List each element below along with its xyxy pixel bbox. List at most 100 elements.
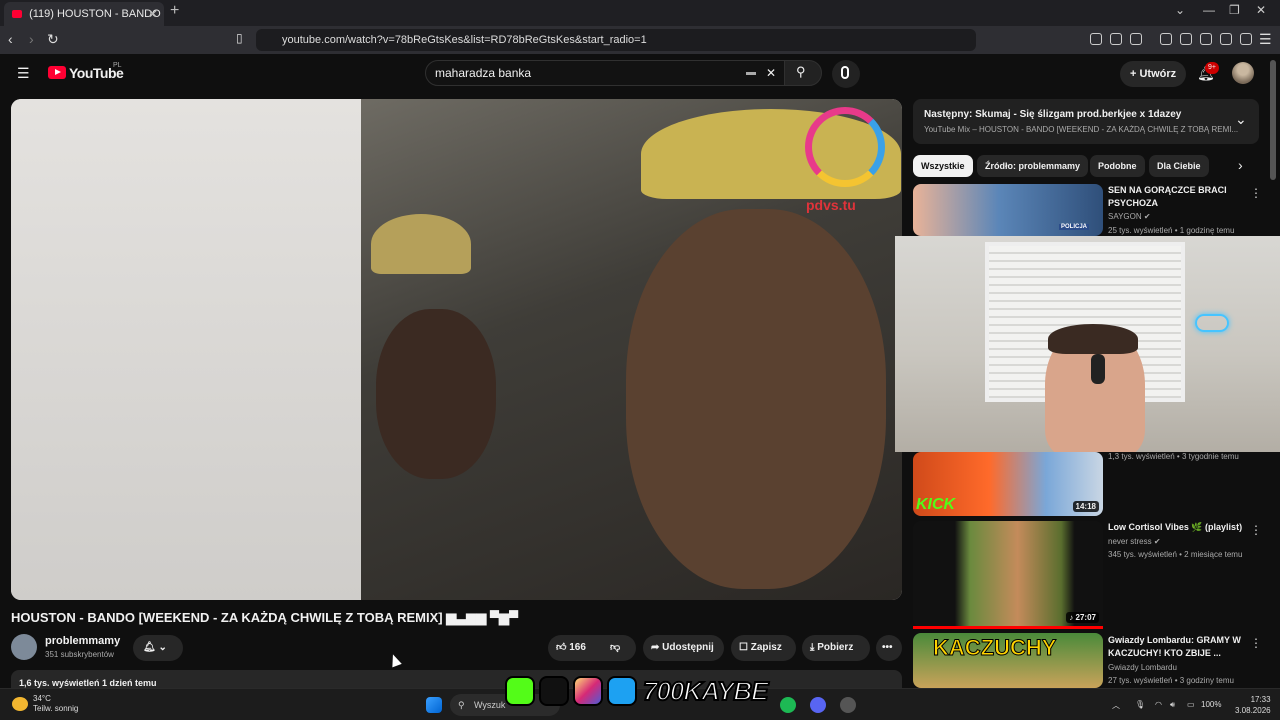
maximize-icon[interactable]: ❐	[1229, 3, 1240, 17]
rec-channel[interactable]: never stress ✔	[1108, 537, 1161, 546]
rec-meta: 1,3 tys. wyświetleń • 3 tygodnie temu	[1108, 452, 1239, 461]
browser-toolbar: ‹ › ↻ ▯ youtube.com/watch?v=78bReGtsKes&…	[0, 26, 1280, 54]
microphone-icon	[841, 66, 849, 79]
chip-source[interactable]: Źródło: problemmamy	[977, 155, 1089, 177]
rec-channel[interactable]: Gwiazdy Lombardu	[1108, 663, 1177, 672]
like-button[interactable]: 👍︎ 166	[556, 642, 586, 653]
rec-thumbnail[interactable]: KACZUCHY	[913, 633, 1103, 688]
more-actions-button[interactable]: •••	[876, 635, 902, 661]
dislike-button[interactable]: 👎︎	[610, 635, 620, 661]
channel-avatar[interactable]	[11, 634, 37, 660]
up-next-panel[interactable]: Następny: Skumaj - Się ślizgam prod.berk…	[913, 99, 1259, 144]
microphone-icon[interactable]: 🎙︎	[1135, 700, 1145, 709]
search-button[interactable]: ⚲	[784, 60, 822, 86]
chip-similar[interactable]: Podobne	[1090, 155, 1145, 177]
hamburger-menu-icon[interactable]: ☰	[17, 65, 30, 82]
time: 17:33	[1250, 695, 1271, 704]
keyboard-icon[interactable]: ▬	[746, 61, 756, 85]
close-tab-icon[interactable]: ✕	[148, 2, 158, 26]
weather-icon[interactable]	[12, 697, 28, 711]
channel-name[interactable]: problemmamy	[45, 635, 120, 647]
temperature: 34°C	[33, 694, 51, 703]
save-button[interactable]: ☐ Zapisz	[731, 635, 796, 661]
search-input[interactable]: maharadza banka ▬ ✕	[425, 60, 785, 86]
new-tab-icon[interactable]: +	[170, 2, 179, 20]
vpn-shield-icon[interactable]	[1240, 33, 1252, 45]
weather-widget[interactable]: 34°C Teilw. sonnig	[33, 694, 78, 714]
up-next-subtitle: YouTube Mix – HOUSTON - BANDO [WEEKEND -…	[924, 125, 1239, 134]
app-icon[interactable]	[840, 697, 856, 713]
rec-title[interactable]: SEN NA GORĄCZCE BRACI PSYCHOZA	[1108, 184, 1248, 210]
search-icon: ⚲	[796, 64, 806, 79]
subscriber-count: 351 subskrybentów	[45, 650, 114, 659]
video-player[interactable]: pdvs.tu	[11, 99, 902, 600]
verified-icon: ✔	[1143, 212, 1151, 221]
page-scrollbar[interactable]	[1270, 60, 1276, 180]
leo-icon[interactable]	[1220, 33, 1232, 45]
watermark-text: pdvs.tu	[806, 197, 856, 213]
channel-watermark-icon[interactable]	[805, 107, 885, 187]
spotify-icon[interactable]	[780, 697, 796, 713]
mouse-cursor-icon	[388, 652, 402, 668]
reload-icon[interactable]: ↻	[47, 31, 59, 48]
tray-expand-icon[interactable]: ︿	[1112, 700, 1120, 711]
sidebar-icon[interactable]	[1180, 33, 1192, 45]
close-window-icon[interactable]: ✕	[1256, 3, 1266, 17]
chip-for-you[interactable]: Dla Ciebie	[1149, 155, 1209, 177]
wifi-icon[interactable]: ◠	[1155, 700, 1162, 709]
create-button[interactable]: + Utwórz	[1120, 61, 1186, 87]
rec-channel[interactable]: SAYGON ✔	[1108, 212, 1151, 221]
rec-thumbnail[interactable]: KICK 14:18	[913, 452, 1103, 516]
battery-icon[interactable]: ▭	[1187, 700, 1195, 709]
voice-search-button[interactable]	[832, 60, 860, 88]
verified-icon: ✔	[1153, 537, 1161, 546]
back-icon[interactable]: ‹	[8, 31, 13, 47]
menu-icon[interactable]: ☰	[1259, 31, 1272, 48]
more-vert-icon[interactable]: ⋮	[1250, 636, 1262, 650]
more-icon: •••	[882, 642, 893, 653]
chevron-down-icon[interactable]: ⌄	[1235, 111, 1247, 128]
bookmark-icon[interactable]: ▯	[236, 31, 243, 45]
minimize-icon[interactable]: —	[1203, 3, 1215, 17]
discord-icon[interactable]	[810, 697, 826, 713]
thumb-text: KACZUCHY	[932, 635, 1057, 661]
kick-icon	[505, 676, 535, 706]
wallet-icon[interactable]	[1200, 33, 1212, 45]
share-button[interactable]: ➦ Udostępnij	[643, 635, 724, 661]
chevron-right-icon[interactable]: ›	[1238, 157, 1243, 173]
twitter-icon	[607, 676, 637, 706]
rec-title[interactable]: Low Cortisol Vibes 🌿 (playlist)	[1108, 521, 1248, 534]
more-vert-icon[interactable]: ⋮	[1250, 186, 1262, 200]
duration-text: 27:07	[1075, 613, 1096, 622]
cast-icon[interactable]	[1130, 33, 1142, 45]
extension-icon[interactable]	[1090, 33, 1102, 45]
search-icon: ⚲	[458, 700, 465, 710]
system-clock[interactable]: 17:33 3.08.2026	[1235, 694, 1271, 716]
tab-search-icon[interactable]: ⌄	[1175, 3, 1185, 17]
rec-title[interactable]: Gwiazdy Lombardu: GRAMY W KACZUCHY! KTO …	[1108, 634, 1248, 660]
rec-thumbnail[interactable]: POLICJA	[913, 184, 1103, 236]
link-icon[interactable]	[1110, 33, 1122, 45]
rec-thumbnail[interactable]: ♪ 27:07	[913, 521, 1103, 627]
rec-meta: 27 tys. wyświetleń • 3 godziny temu	[1108, 676, 1234, 685]
windows-start-icon[interactable]	[426, 697, 442, 713]
user-avatar[interactable]	[1232, 62, 1254, 84]
browser-tab[interactable]: (119) HOUSTON - BANDO [WEEKEND ✕	[4, 2, 164, 26]
media-icon[interactable]	[1160, 33, 1172, 45]
thumbs-down-icon: 👎︎	[610, 642, 621, 653]
like-count: 166	[569, 642, 586, 653]
rec-meta: 25 tys. wyświetleń • 1 godzinę temu	[1108, 226, 1235, 235]
chip-all[interactable]: Wszystkie	[913, 155, 973, 177]
duration-badge: 14:18	[1072, 501, 1099, 512]
up-next-title: Następny: Skumaj - Się ślizgam prod.berk…	[924, 109, 1182, 120]
volume-icon[interactable]: 🔊︎	[1170, 700, 1175, 710]
youtube-logo-icon[interactable]	[48, 66, 66, 79]
clear-search-icon[interactable]: ✕	[766, 61, 776, 85]
thumb-text: KICK	[916, 496, 956, 513]
more-vert-icon[interactable]: ⋮	[1250, 523, 1262, 537]
subscription-bell-button[interactable]: 🔔︎ ⌄	[133, 635, 183, 661]
download-button[interactable]: ⤓ Pobierz	[802, 635, 870, 661]
region-label: PL	[113, 62, 122, 69]
forward-icon[interactable]: ›	[29, 31, 34, 47]
address-bar[interactable]: youtube.com/watch?v=78bReGtsKes&list=RD7…	[256, 29, 976, 51]
